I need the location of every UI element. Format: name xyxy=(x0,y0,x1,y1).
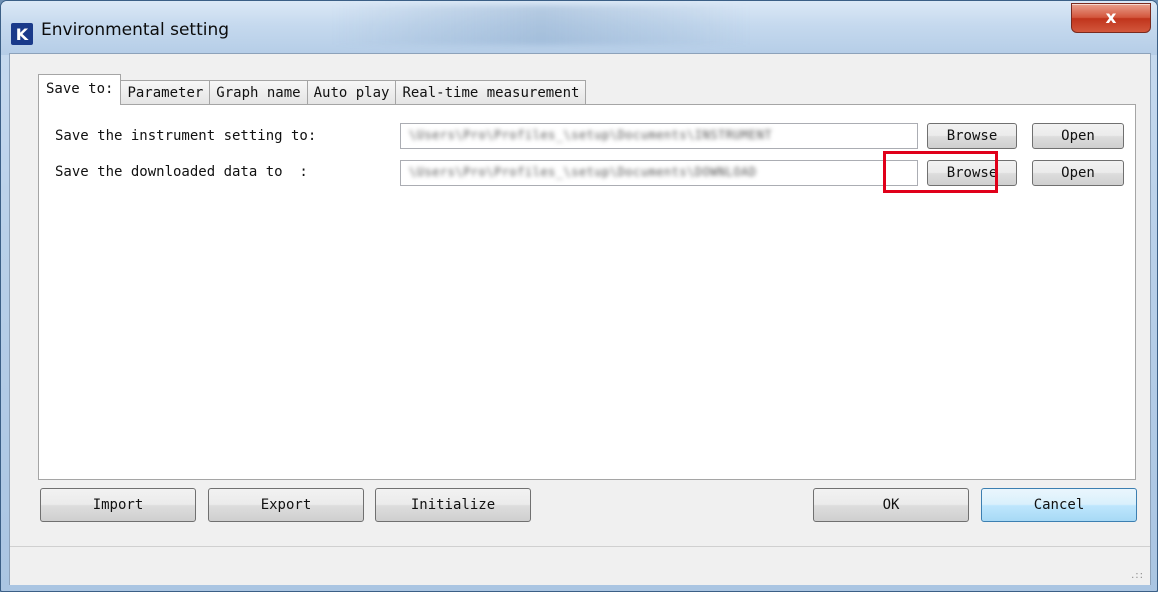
app-k-logo-icon: K xyxy=(11,23,33,45)
dialog-client-area: Save to: Parameter Graph name Auto play … xyxy=(9,53,1151,585)
initialize-button[interactable]: Initialize xyxy=(375,488,531,522)
resize-grip-icon[interactable]: .:: xyxy=(1131,570,1144,581)
downloaded-data-path-value: \Users\Pro\Profiles_\setup\Documents\DOW… xyxy=(409,165,757,179)
tab-auto-play[interactable]: Auto play xyxy=(306,80,397,105)
title-bar[interactable]: K Environmental setting x xyxy=(1,1,1157,55)
status-bar: .:: xyxy=(10,546,1150,585)
downloaded-open-button[interactable]: Open xyxy=(1032,160,1124,186)
import-button[interactable]: Import xyxy=(40,488,196,522)
close-button[interactable]: x xyxy=(1071,3,1151,33)
tab-graph-name[interactable]: Graph name xyxy=(209,80,308,105)
export-button[interactable]: Export xyxy=(208,488,364,522)
instrument-setting-path-field[interactable]: \Users\Pro\Profiles_\setup\Documents\INS… xyxy=(400,123,918,149)
app-icon-glyph: K xyxy=(15,24,29,44)
tab-save-to[interactable]: Save to: xyxy=(38,74,122,105)
title-bar-background xyxy=(331,5,751,45)
highlight-box xyxy=(883,151,998,193)
window-title: Environmental setting xyxy=(41,20,230,40)
downloaded-data-label: Save the downloaded data to : xyxy=(55,164,308,180)
instrument-setting-path-value: \Users\Pro\Profiles_\setup\Documents\INS… xyxy=(409,128,773,142)
tab-parameter[interactable]: Parameter xyxy=(120,80,211,105)
instrument-setting-label: Save the instrument setting to: xyxy=(55,128,317,144)
ok-button[interactable]: OK xyxy=(813,488,969,522)
instrument-browse-button[interactable]: Browse xyxy=(927,123,1017,149)
tab-strip: Save to: Parameter Graph name Auto play … xyxy=(38,74,587,105)
environmental-setting-window: K Environmental setting x Save to: Param… xyxy=(0,0,1158,592)
instrument-open-button[interactable]: Open xyxy=(1032,123,1124,149)
downloaded-data-path-field[interactable]: \Users\Pro\Profiles_\setup\Documents\DOW… xyxy=(400,160,918,186)
tab-real-time-measurement[interactable]: Real-time measurement xyxy=(395,80,587,105)
cancel-button[interactable]: Cancel xyxy=(981,488,1137,522)
